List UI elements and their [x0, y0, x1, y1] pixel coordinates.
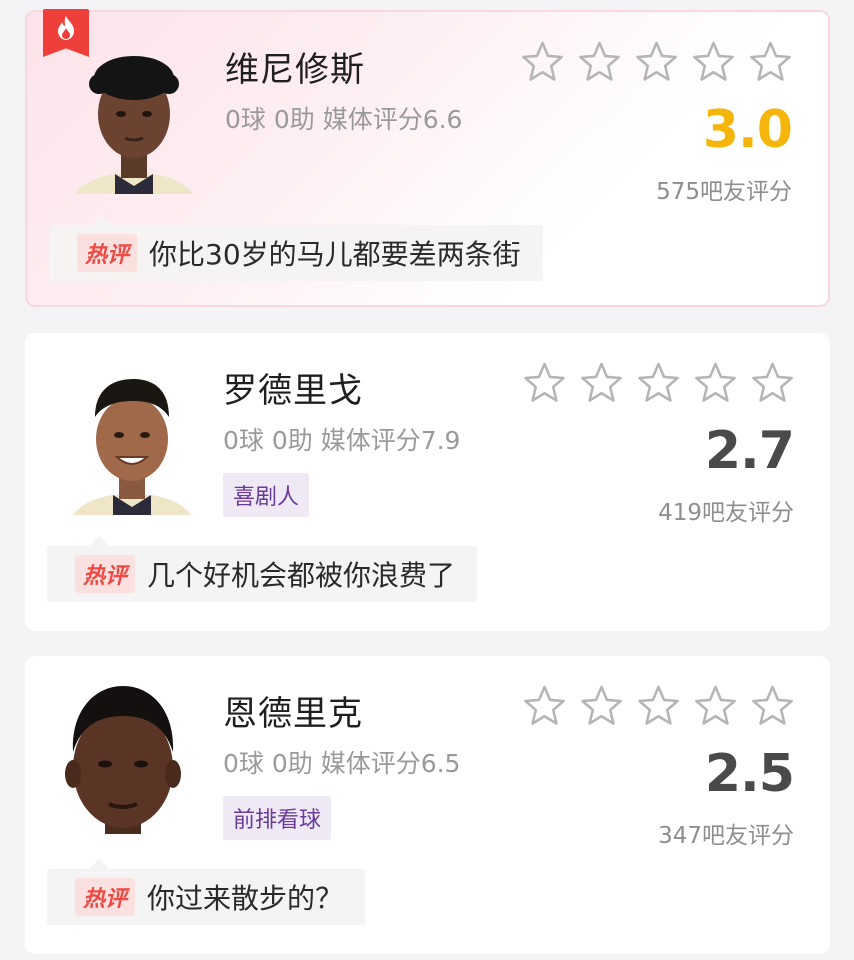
- star-outline-icon[interactable]: [751, 684, 794, 727]
- star-outline-icon[interactable]: [578, 40, 621, 83]
- star-outline-icon[interactable]: [523, 361, 566, 404]
- star-outline-icon[interactable]: [694, 684, 737, 727]
- star-outline-icon[interactable]: [637, 361, 680, 404]
- ratings-count: 575吧友评分: [656, 179, 792, 205]
- rating-stars[interactable]: [523, 684, 794, 727]
- hot-comment-text: 你比30岁的马儿都要差两条街: [149, 238, 521, 271]
- hot-comment[interactable]: 热评 你比30岁的马儿都要差两条街: [49, 215, 543, 281]
- player-stats: 0球 0助 媒体评分6.6: [225, 105, 463, 134]
- star-outline-icon[interactable]: [637, 684, 680, 727]
- player-photo: [61, 682, 185, 834]
- player-stats: 0球 0助 媒体评分6.5: [223, 749, 461, 778]
- hot-comment-text: 你过来散步的？: [147, 882, 344, 915]
- hot-comment-label: 热评: [75, 555, 136, 593]
- average-score: 3.0: [702, 100, 793, 160]
- rating-stars[interactable]: [521, 40, 792, 83]
- star-outline-icon[interactable]: [635, 40, 678, 83]
- star-outline-icon[interactable]: [580, 361, 623, 404]
- ratings-count: 419吧友评分: [658, 500, 794, 526]
- hot-comment-text: 几个好机会都被你浪费了: [147, 559, 456, 592]
- player-card-3[interactable]: 恩德里克 0球 0助 媒体评分6.5 前排看球 2.5 347吧友评分 热评 你…: [25, 656, 830, 954]
- player-card-2[interactable]: 罗德里戈 0球 0助 媒体评分7.9 喜剧人 2.7 419吧友评分 热评 几个…: [25, 333, 830, 631]
- star-outline-icon[interactable]: [521, 40, 564, 83]
- player-photo: [73, 355, 191, 515]
- player-name: 罗德里戈: [223, 371, 363, 411]
- star-outline-icon[interactable]: [749, 40, 792, 83]
- average-score: 2.5: [704, 744, 795, 804]
- player-name: 维尼修斯: [225, 50, 365, 90]
- hot-comment[interactable]: 热评 你过来散步的？: [47, 859, 366, 925]
- ratings-count: 347吧友评分: [658, 823, 794, 849]
- player-tag[interactable]: 喜剧人: [223, 473, 310, 517]
- star-outline-icon[interactable]: [692, 40, 735, 83]
- player-tag[interactable]: 前排看球: [223, 796, 332, 840]
- star-outline-icon[interactable]: [580, 684, 623, 727]
- hot-comment-label: 热评: [75, 878, 136, 916]
- player-card-1[interactable]: 维尼修斯 0球 0助 媒体评分6.6 3.0 575吧友评分 热评 你比30岁的…: [25, 9, 830, 307]
- star-outline-icon[interactable]: [523, 684, 566, 727]
- hot-comment-label: 热评: [77, 234, 138, 272]
- rating-stars[interactable]: [523, 361, 794, 404]
- player-photo: [75, 34, 193, 194]
- star-outline-icon[interactable]: [751, 361, 794, 404]
- average-score: 2.7: [704, 421, 795, 481]
- player-name: 恩德里克: [223, 694, 363, 734]
- hot-comment[interactable]: 热评 几个好机会都被你浪费了: [47, 536, 478, 602]
- star-outline-icon[interactable]: [694, 361, 737, 404]
- player-stats: 0球 0助 媒体评分7.9: [223, 426, 461, 455]
